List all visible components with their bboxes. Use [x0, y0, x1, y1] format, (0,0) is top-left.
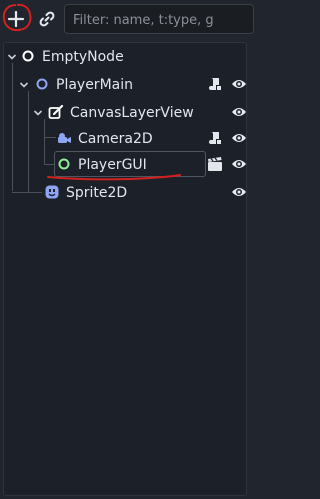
plus-icon	[7, 10, 25, 28]
tree-row-label: PlayerGUI	[78, 157, 147, 173]
tree-row-label: EmptyNode	[42, 49, 124, 65]
script-icon[interactable]	[207, 76, 223, 92]
filter-input[interactable]	[71, 5, 251, 33]
chevron-down-icon[interactable]	[18, 79, 30, 91]
visibility-eye-icon[interactable]	[231, 77, 247, 91]
filter-input-box[interactable]	[64, 4, 254, 34]
tree-row-label: Camera2D	[78, 131, 153, 147]
visibility-eye-icon[interactable]	[231, 131, 247, 145]
add-node-button[interactable]	[3, 6, 29, 32]
scene-tree-panel: EmptyNode PlayerMain CanvasLayerView Cam…	[3, 42, 247, 496]
tree-row-canvaslayerview[interactable]: CanvasLayerView	[4, 99, 248, 127]
camera2d-icon	[56, 130, 72, 146]
scene-toolbar	[0, 0, 254, 40]
link-icon	[39, 11, 55, 27]
tree-row-camera2d[interactable]: Camera2D	[4, 125, 248, 153]
tree-row-label: PlayerMain	[56, 77, 133, 93]
node2d-ring-icon	[34, 76, 50, 92]
chevron-down-icon[interactable]	[6, 51, 18, 63]
visibility-eye-icon[interactable]	[231, 157, 247, 171]
chevron-down-icon[interactable]	[32, 107, 44, 119]
visibility-eye-icon[interactable]	[231, 185, 247, 199]
instantiate-scene-button[interactable]	[34, 6, 60, 32]
canvas-layer-icon	[48, 104, 64, 120]
tree-row-label: CanvasLayerView	[70, 105, 194, 121]
control-ring-icon	[56, 156, 72, 172]
open-scene-icon[interactable]	[207, 156, 223, 172]
tree-row-label: Sprite2D	[66, 185, 128, 201]
tree-row-sprite2d[interactable]: Sprite2D	[4, 179, 248, 207]
node-ring-icon	[20, 48, 36, 64]
script-icon[interactable]	[207, 130, 223, 146]
tree-row-emptynode[interactable]: EmptyNode	[4, 43, 248, 71]
tree-row-playermain[interactable]: PlayerMain	[4, 71, 248, 99]
sprite2d-icon	[44, 184, 60, 200]
visibility-eye-icon[interactable]	[231, 105, 247, 119]
tree-row-playergui[interactable]: PlayerGUI	[4, 151, 248, 179]
